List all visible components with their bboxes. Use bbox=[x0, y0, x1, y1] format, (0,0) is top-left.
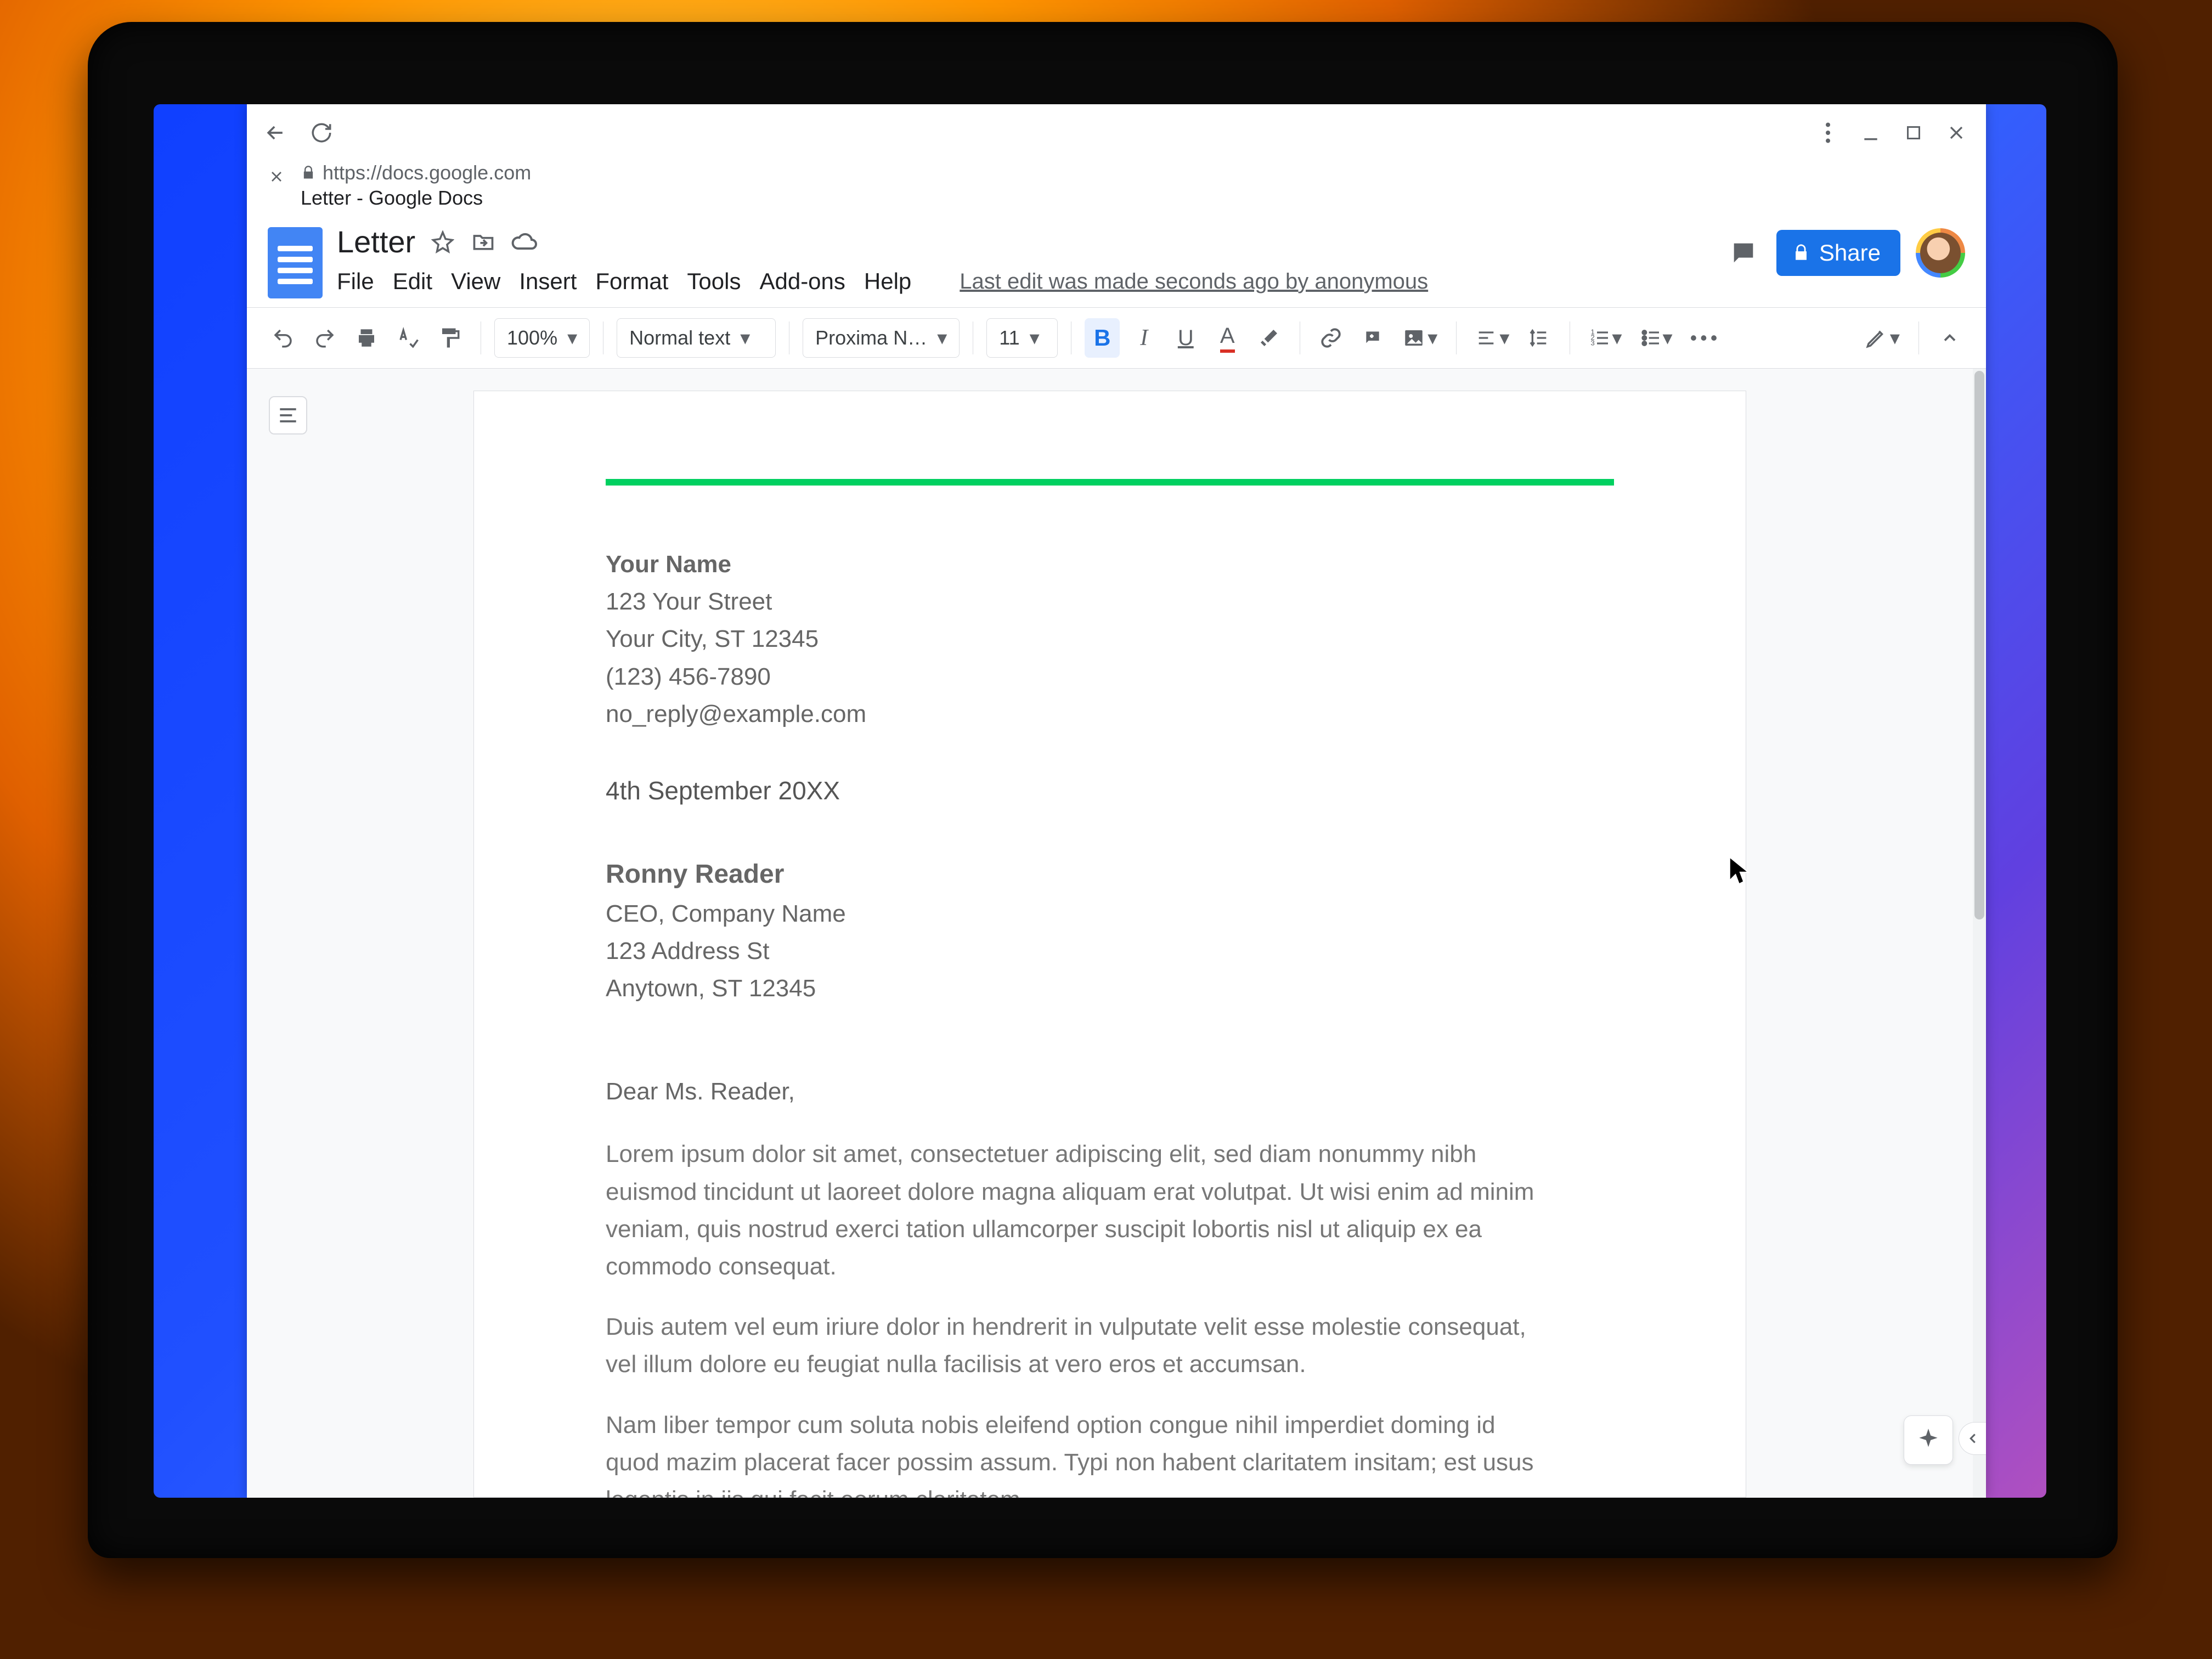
paint-format-button[interactable] bbox=[432, 318, 467, 358]
menu-view[interactable]: View bbox=[451, 268, 500, 295]
docs-header: Letter File Edit View Insert Format Tool… bbox=[247, 218, 1986, 298]
salutation: Dear Ms. Reader, bbox=[606, 1073, 1614, 1110]
text-color-button[interactable]: A bbox=[1210, 318, 1245, 358]
document-title[interactable]: Letter bbox=[337, 224, 415, 259]
side-panel-toggle[interactable] bbox=[1959, 1422, 1986, 1455]
laptop-bezel: https://docs.google.com Letter - Google … bbox=[88, 22, 2118, 1558]
document-canvas[interactable]: Your Name 123 Your Street Your City, ST … bbox=[247, 369, 1986, 1498]
mouse-cursor-icon bbox=[1728, 856, 1752, 889]
comments-icon[interactable] bbox=[1726, 235, 1761, 270]
line-spacing-button[interactable] bbox=[1521, 318, 1556, 358]
menu-file[interactable]: File bbox=[337, 268, 374, 295]
recipient-title: CEO, Company Name bbox=[606, 895, 1614, 933]
share-button[interactable]: Share bbox=[1776, 230, 1900, 276]
numbered-list-button[interactable]: 123▾ bbox=[1583, 318, 1627, 358]
menu-edit[interactable]: Edit bbox=[393, 268, 432, 295]
menu-bar: File Edit View Insert Format Tools Add-o… bbox=[337, 264, 1712, 295]
docs-logo-icon[interactable] bbox=[268, 227, 323, 298]
sender-street: 123 Your Street bbox=[606, 583, 1614, 620]
maximize-button[interactable] bbox=[1901, 121, 1926, 145]
share-label: Share bbox=[1819, 240, 1881, 266]
lock-icon bbox=[301, 165, 316, 180]
bold-button[interactable]: B bbox=[1085, 318, 1120, 358]
last-edit-link[interactable]: Last edit was made seconds ago by anonym… bbox=[960, 269, 1428, 294]
menu-help[interactable]: Help bbox=[864, 268, 911, 295]
formatting-toolbar: 100%▾ Normal text▾ Proxima N…▾ 11▾ B I U… bbox=[247, 307, 1986, 369]
minimize-button[interactable] bbox=[1859, 121, 1883, 145]
move-folder-icon[interactable] bbox=[470, 229, 496, 255]
align-button[interactable]: ▾ bbox=[1470, 318, 1515, 358]
highlight-button[interactable] bbox=[1251, 318, 1286, 358]
reload-button[interactable] bbox=[306, 117, 337, 148]
sender-phone: (123) 456-7890 bbox=[606, 658, 1614, 696]
editing-mode-button[interactable]: ▾ bbox=[1859, 318, 1905, 358]
browser-tab[interactable]: https://docs.google.com Letter - Google … bbox=[247, 161, 1986, 218]
svg-text:3: 3 bbox=[1591, 338, 1595, 347]
back-button[interactable] bbox=[260, 117, 291, 148]
chrome-window: https://docs.google.com Letter - Google … bbox=[247, 104, 1986, 1498]
desktop-wallpaper: https://docs.google.com Letter - Google … bbox=[154, 104, 2046, 1498]
insert-image-button[interactable]: ▾ bbox=[1397, 318, 1443, 358]
underline-button[interactable]: U bbox=[1168, 318, 1203, 358]
document-page[interactable]: Your Name 123 Your Street Your City, ST … bbox=[473, 391, 1746, 1498]
scrollbar-thumb[interactable] bbox=[1974, 371, 1984, 919]
redo-button[interactable] bbox=[307, 318, 342, 358]
menu-insert[interactable]: Insert bbox=[519, 268, 577, 295]
print-button[interactable] bbox=[349, 318, 384, 358]
vertical-scrollbar[interactable] bbox=[1973, 369, 1986, 1498]
italic-button[interactable]: I bbox=[1126, 318, 1161, 358]
explore-button[interactable] bbox=[1904, 1415, 1953, 1465]
recipient-name: Ronny Reader bbox=[606, 854, 1614, 895]
recipient-block: Ronny Reader CEO, Company Name 123 Addre… bbox=[606, 854, 1614, 1007]
outline-toggle-button[interactable] bbox=[269, 396, 307, 435]
menu-format[interactable]: Format bbox=[595, 268, 668, 295]
collapse-toolbar-button[interactable] bbox=[1932, 318, 1967, 358]
recipient-city: Anytown, ST 12345 bbox=[606, 970, 1614, 1007]
browser-titlebar bbox=[247, 104, 1986, 161]
font-dropdown[interactable]: Proxima N…▾ bbox=[803, 318, 960, 358]
tab-close-button[interactable] bbox=[266, 166, 287, 188]
spellcheck-button[interactable] bbox=[391, 318, 426, 358]
tab-title: Letter - Google Docs bbox=[301, 187, 531, 210]
font-size-dropdown[interactable]: 11▾ bbox=[986, 318, 1058, 358]
bulleted-list-button[interactable]: ▾ bbox=[1634, 318, 1678, 358]
sender-block: Your Name 123 Your Street Your City, ST … bbox=[606, 546, 1614, 733]
browser-menu-button[interactable] bbox=[1813, 117, 1843, 148]
menu-addons[interactable]: Add-ons bbox=[759, 268, 845, 295]
letter-date: 4th September 20XX bbox=[606, 771, 1614, 810]
lock-icon bbox=[1792, 244, 1810, 262]
insert-comment-button[interactable] bbox=[1355, 318, 1390, 358]
body-paragraph: Lorem ipsum dolor sit amet, consectetuer… bbox=[606, 1136, 1538, 1285]
recipient-street: 123 Address St bbox=[606, 933, 1614, 970]
tab-url: https://docs.google.com bbox=[301, 161, 531, 184]
sender-city: Your City, ST 12345 bbox=[606, 620, 1614, 658]
cloud-saved-icon[interactable] bbox=[511, 229, 537, 255]
accent-line bbox=[606, 479, 1614, 486]
styles-dropdown[interactable]: Normal text▾ bbox=[617, 318, 776, 358]
menu-tools[interactable]: Tools bbox=[687, 268, 741, 295]
sender-email: no_reply@example.com bbox=[606, 696, 1614, 733]
sender-name: Your Name bbox=[606, 546, 1614, 583]
undo-button[interactable] bbox=[266, 318, 301, 358]
insert-link-button[interactable] bbox=[1313, 318, 1348, 358]
star-icon[interactable] bbox=[430, 229, 456, 255]
zoom-dropdown[interactable]: 100%▾ bbox=[494, 318, 590, 358]
close-window-button[interactable] bbox=[1944, 121, 1968, 145]
account-avatar[interactable] bbox=[1916, 228, 1965, 278]
body-paragraph: Nam liber tempor cum soluta nobis eleife… bbox=[606, 1407, 1538, 1498]
body-paragraph: Duis autem vel eum iriure dolor in hendr… bbox=[606, 1308, 1538, 1383]
more-toolbar-button[interactable]: ••• bbox=[1685, 318, 1726, 358]
